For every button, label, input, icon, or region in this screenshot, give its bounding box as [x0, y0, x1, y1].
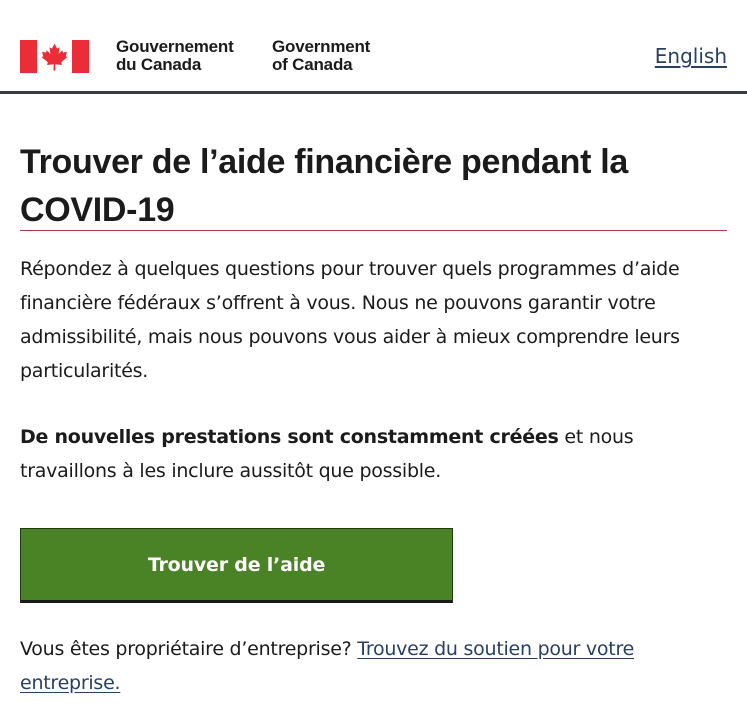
signature-fr-line2: du Canada	[116, 55, 202, 74]
language-toggle-link[interactable]: English	[655, 44, 727, 68]
page-title-line2: COVID-19	[20, 191, 175, 229]
business-paragraph: Vous êtes propriétaire d’entreprise? Tro…	[20, 632, 740, 700]
page-title-line1: Trouver de l’aide financière pendant la	[20, 143, 629, 181]
signature-fr-line1: Gouvernement	[116, 37, 234, 56]
signature-en-line1: Government	[272, 37, 371, 56]
page-title: Trouver de l’aide financière pendant la …	[20, 138, 727, 234]
canada-flag-icon	[20, 40, 89, 73]
title-divider	[20, 230, 727, 231]
signature-english: Government of Canada	[272, 38, 370, 74]
find-help-button[interactable]: Trouver de l’aide	[20, 528, 453, 603]
signature-en-line2: of Canada	[272, 55, 353, 74]
intro-paragraph: Répondez à quelques questions pour trouv…	[20, 258, 680, 382]
business-question: Vous êtes propriétaire d’entreprise?	[20, 638, 358, 660]
notice-paragraph: De nouvelles prestations sont constammen…	[20, 420, 727, 488]
notice-bold-text: De nouvelles prestations sont constammen…	[20, 426, 559, 448]
signature-french: Gouvernement du Canada	[116, 38, 234, 74]
site-header: Gouvernement du Canada Government of Can…	[0, 0, 747, 94]
